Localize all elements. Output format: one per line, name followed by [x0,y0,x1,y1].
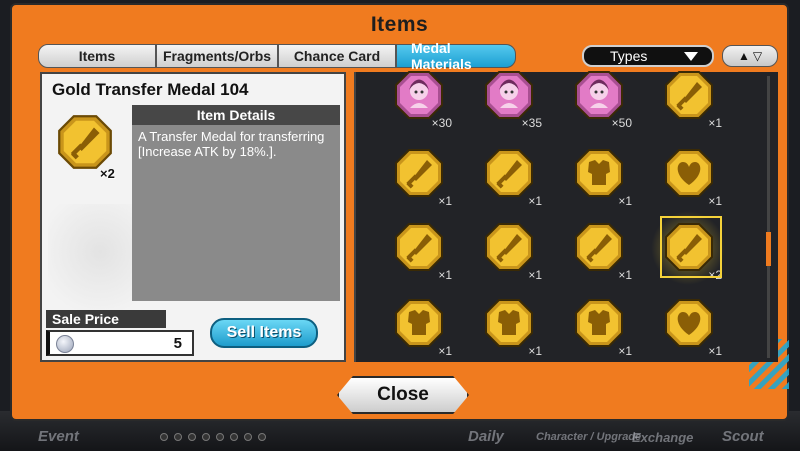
sword-medal-icon [575,223,623,271]
medal-count: ×1 [438,268,452,282]
medal-cell[interactable]: ×1 [560,148,640,208]
bg-nav-character: Character / Upgrade [536,431,642,443]
bg-nav-scout: Scout [722,428,764,445]
sword-medal-icon [58,115,112,169]
tab-medal-materials[interactable]: Medal Materials [396,40,516,72]
sword-medal-icon [395,223,443,271]
medal-cell[interactable]: ×1 [560,298,640,358]
medal-count: ×1 [528,344,542,358]
tab-items[interactable]: Items [38,44,156,68]
arrow-up-icon: ▲ [737,49,750,63]
item-count: ×2 [100,166,115,181]
medal-count: ×35 [521,116,542,130]
medal-cell[interactable]: ×1 [560,222,640,282]
armor-medal-icon [575,299,623,347]
scrollbar-thumb[interactable] [766,232,771,266]
chevron-down-icon [684,52,698,61]
armor-medal-icon [395,299,443,347]
medal-count: ×1 [438,194,452,208]
heart-medal-icon [665,299,713,347]
medal-count: ×1 [528,194,542,208]
medal-count: ×1 [708,344,722,358]
medal-cell[interactable]: ×1 [380,222,460,282]
medal-count: ×1 [618,268,632,282]
medal-cell[interactable]: ×1 [470,148,550,208]
dialog-title: Items [370,13,429,36]
bg-nav-exchange: Exchange [632,430,694,445]
medal-cell[interactable]: ×1 [650,298,730,358]
medal-count: ×1 [708,194,722,208]
types-dropdown-label: Types [610,48,648,64]
sort-order-button[interactable]: ▲ ▽ [722,45,778,67]
medal-count: ×1 [618,194,632,208]
sale-price-box: 5 [46,330,194,356]
character-medal-icon [485,71,533,119]
sale-price-label: Sale Price [46,310,166,328]
medal-count: ×1 [438,344,452,358]
medal-cell[interactable]: ×1 [470,222,550,282]
item-name: Gold Transfer Medal 104 [52,80,249,99]
character-medal-icon [575,71,623,119]
tab-bar: Items Fragments/Orbs Chance Card Medal M… [38,40,516,72]
close-button[interactable]: Close [337,376,469,414]
sword-medal-icon [485,149,533,197]
sword-medal-icon [665,71,713,119]
bg-nav-event: Event [38,428,79,445]
sword-medal-icon [395,149,443,197]
grid-scrollbar[interactable] [766,76,771,358]
armor-medal-icon [485,299,533,347]
character-medal-icon [395,71,443,119]
medal-count: ×1 [708,116,722,130]
sale-price-value: 5 [173,335,182,352]
medal-cell[interactable]: ×2 [650,216,730,282]
medal-cell[interactable]: ×1 [650,70,730,130]
item-detail-panel: Gold Transfer Medal 104 ×2 Item Details … [40,72,346,362]
heart-medal-icon [665,149,713,197]
sword-medal-icon [665,223,713,271]
medal-count: ×2 [708,268,722,282]
item-details-header: Item Details [132,105,340,125]
sword-medal-icon [485,223,533,271]
page-dots [160,433,266,441]
bg-nav-daily: Daily [468,428,504,445]
medal-cell[interactable]: ×1 [380,298,460,358]
arrow-down-icon: ▽ [752,49,763,63]
coin-icon [56,335,74,353]
tab-chance-card[interactable]: Chance Card [278,44,396,68]
medal-count: ×30 [431,116,452,130]
medal-cell[interactable]: ×35 [470,70,550,130]
medal-cell[interactable]: ×1 [380,148,460,208]
types-dropdown[interactable]: Types [582,45,714,67]
medal-count: ×1 [618,344,632,358]
armor-medal-icon [575,149,623,197]
medal-cell[interactable]: ×1 [650,148,730,208]
item-description: A Transfer Medal for transferring [Incre… [132,125,340,301]
medal-cell[interactable]: ×50 [560,70,640,130]
medal-count: ×1 [528,268,542,282]
sell-items-button[interactable]: Sell Items [210,318,318,348]
medal-cell[interactable]: ×1 [470,298,550,358]
medal-cell[interactable]: ×30 [380,70,460,130]
medal-count: ×50 [611,116,632,130]
tab-fragments-orbs[interactable]: Fragments/Orbs [156,44,278,68]
